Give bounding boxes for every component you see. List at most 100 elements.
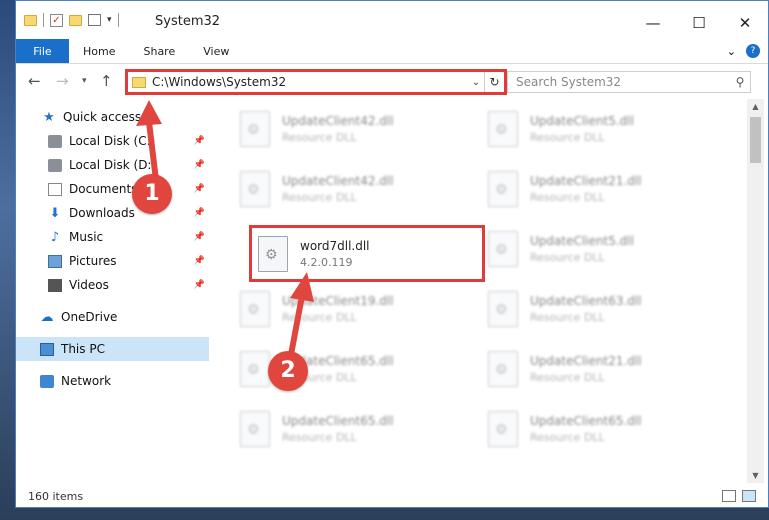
ribbon-tabs: File Home Share View ⌄ ? <box>16 39 768 64</box>
sidebar-item-onedrive[interactable]: ☁ OneDrive <box>16 305 209 329</box>
tab-share[interactable]: Share <box>129 39 189 63</box>
music-icon: ♪ <box>50 229 60 245</box>
sidebar-item-label: Quick access <box>63 110 142 124</box>
up-arrow-icon[interactable]: ↑ <box>100 72 113 90</box>
view-toggles <box>722 490 756 502</box>
file-name: UpdateClient5.dll <box>530 234 634 248</box>
sidebar-item-label: Videos <box>69 278 109 292</box>
forward-arrow-icon[interactable]: → <box>56 72 69 90</box>
file-description: Resource DLL <box>282 131 357 144</box>
separator <box>43 13 44 27</box>
search-box[interactable]: Search System32 ⚲ <box>507 71 751 93</box>
sidebar-item-pictures[interactable]: Pictures 📌 <box>16 249 209 273</box>
details-view-icon[interactable] <box>722 490 736 502</box>
network-icon <box>40 374 54 388</box>
ribbon-right: ⌄ ? <box>727 39 768 63</box>
sidebar-item-network[interactable]: Network <box>16 369 209 393</box>
file-description: Resource DLL <box>530 371 605 384</box>
pin-icon[interactable]: 📌 <box>194 160 205 170</box>
pin-icon[interactable]: 📌 <box>194 256 205 266</box>
sidebar-item-music[interactable]: ♪ Music 📌 <box>16 225 209 249</box>
file-tile[interactable]: UpdateClient21.dll Resource DLL <box>482 161 720 217</box>
file-tile[interactable]: UpdateClient21.dll Resource DLL <box>482 341 720 397</box>
file-tile[interactable]: UpdateClient5.dll Resource DLL <box>482 101 720 157</box>
dll-file-icon <box>258 235 288 272</box>
sidebar-item-label: Pictures <box>69 254 117 268</box>
sidebar-item-videos[interactable]: Videos 📌 <box>16 273 209 297</box>
file-description: Resource DLL <box>282 311 357 324</box>
tab-file[interactable]: File <box>16 39 69 63</box>
videos-icon <box>48 278 62 292</box>
chevron-down-icon[interactable]: ▾ <box>107 15 112 25</box>
recent-locations-icon[interactable]: ▾ <box>82 76 87 86</box>
dll-file-icon <box>488 351 518 387</box>
vertical-scrollbar[interactable]: ▲ ▼ <box>747 99 764 483</box>
documents-icon <box>48 182 62 196</box>
back-arrow-icon[interactable]: ← <box>28 72 41 90</box>
scroll-up-icon[interactable]: ▲ <box>747 99 764 114</box>
pin-icon[interactable]: 📌 <box>194 208 205 218</box>
dll-file-icon <box>240 291 270 327</box>
file-description: Resource DLL <box>530 251 605 264</box>
sidebar-item-local-disk-c[interactable]: Local Disk (C:) 📌 <box>16 129 209 153</box>
file-description: Resource DLL <box>530 311 605 324</box>
file-tile[interactable]: UpdateClient42.dll Resource DLL <box>234 101 472 157</box>
pin-icon[interactable]: 📌 <box>194 184 205 194</box>
file-name: word7dll.dll <box>300 238 370 253</box>
onedrive-icon: ☁ <box>40 309 54 325</box>
sidebar-item-label: OneDrive <box>61 310 118 324</box>
file-name: UpdateClient21.dll <box>530 354 642 368</box>
separator <box>117 13 119 27</box>
tab-home[interactable]: Home <box>69 39 129 63</box>
pin-icon[interactable]: 📌 <box>194 136 205 146</box>
item-count: 160 items <box>28 489 84 503</box>
folder-icon <box>132 76 146 88</box>
file-tile[interactable]: UpdateClient19.dll Resource DLL <box>234 281 472 337</box>
sidebar-item-label: Local Disk (D:) <box>69 158 157 172</box>
file-name: UpdateClient21.dll <box>530 174 642 188</box>
customize-icon[interactable] <box>88 14 101 26</box>
file-tile[interactable]: UpdateClient65.dll Resource DLL <box>234 401 472 457</box>
status-bar: 160 items <box>16 484 768 508</box>
sidebar-item-quick-access[interactable]: ★ Quick access <box>16 105 209 129</box>
file-description: Resource DLL <box>282 191 357 204</box>
sidebar-item-local-disk-d[interactable]: Local Disk (D:) 📌 <box>16 153 209 177</box>
scroll-down-icon[interactable]: ▼ <box>747 468 764 483</box>
search-input[interactable]: Search System32 <box>516 75 730 89</box>
dll-file-icon <box>488 111 518 147</box>
dll-file-icon <box>240 171 270 207</box>
folder-icon <box>24 14 37 26</box>
chevron-down-icon[interactable]: ⌄ <box>468 77 484 88</box>
properties-check-icon[interactable]: ✓ <box>50 13 63 27</box>
sidebar-item-downloads[interactable]: ⬇ Downloads 📌 <box>16 201 209 225</box>
navigation-row: ← → ▾ ↑ C:\Windows\System32 ⌄ ↻ Search S… <box>16 65 768 99</box>
downloads-icon: ⬇ <box>49 205 61 221</box>
scroll-thumb[interactable] <box>750 117 761 163</box>
sidebar-item-this-pc[interactable]: This PC <box>16 337 209 361</box>
step-badge-1: 1 <box>132 174 172 214</box>
sidebar-item-label: Local Disk (C:) <box>69 134 156 148</box>
pin-icon[interactable]: 📌 <box>194 280 205 290</box>
pc-icon <box>40 342 54 356</box>
new-folder-icon[interactable] <box>69 14 82 26</box>
sidebar-item-label: This PC <box>61 342 105 356</box>
file-tile[interactable]: UpdateClient42.dll Resource DLL <box>234 161 472 217</box>
large-icons-view-icon[interactable] <box>742 490 756 502</box>
file-tile-selected[interactable]: word7dll.dll 4.2.0.119 <box>249 225 485 282</box>
file-name: UpdateClient5.dll <box>530 114 634 128</box>
file-tile[interactable]: UpdateClient63.dll Resource DLL <box>482 281 720 337</box>
help-icon[interactable]: ? <box>746 44 760 58</box>
refresh-icon[interactable]: ↻ <box>484 72 504 92</box>
search-icon[interactable]: ⚲ <box>730 75 750 89</box>
expand-ribbon-icon[interactable]: ⌄ <box>727 45 736 58</box>
tab-view[interactable]: View <box>189 39 243 63</box>
file-tile[interactable]: UpdateClient5.dll Resource DLL <box>482 221 720 277</box>
file-tile[interactable]: UpdateClient65.dll Resource DLL <box>482 401 720 457</box>
address-path[interactable]: C:\Windows\System32 <box>152 75 468 89</box>
file-description: Resource DLL <box>530 131 605 144</box>
navigation-pane: ★ Quick access Local Disk (C:) 📌 Local D… <box>16 105 209 481</box>
address-bar[interactable]: C:\Windows\System32 ⌄ ↻ <box>125 69 507 95</box>
file-list: UpdateClient42.dll Resource DLL UpdateCli… <box>224 99 745 475</box>
pin-icon[interactable]: 📌 <box>194 232 205 242</box>
sidebar-item-documents[interactable]: Documents 📌 <box>16 177 209 201</box>
